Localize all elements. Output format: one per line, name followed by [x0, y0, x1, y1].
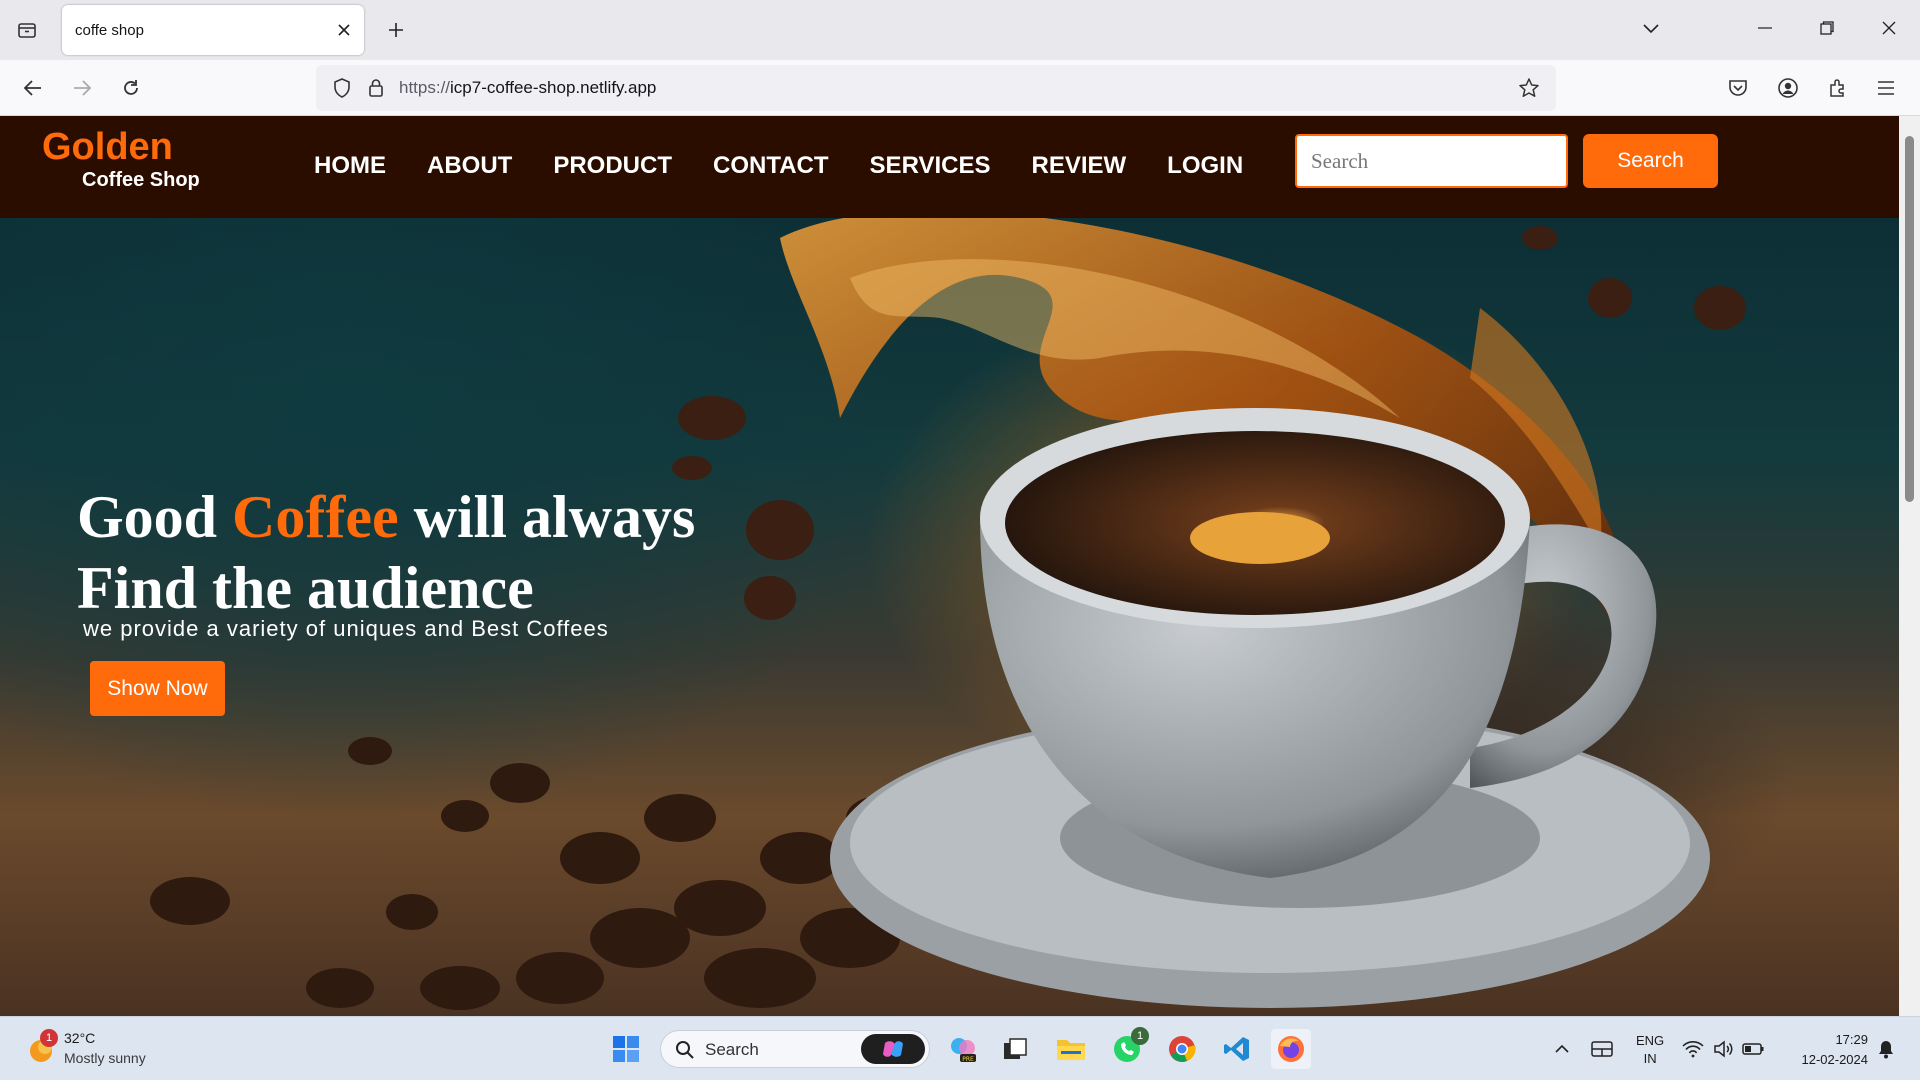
shield-icon[interactable] — [324, 70, 360, 106]
forward-icon[interactable] — [64, 70, 100, 106]
show-now-button[interactable]: Show Now — [90, 661, 225, 716]
browser-window: coffe shop https://icp7-coffee-shop.netl… — [0, 0, 1920, 1016]
copilot-pre-icon[interactable]: PRE — [943, 1029, 983, 1069]
account-icon[interactable] — [1770, 70, 1806, 106]
hero-title-part2: will always — [398, 484, 696, 550]
windows-taskbar: 1 32°C Mostly sunny Search PRE 1 ENG IN … — [0, 1016, 1920, 1080]
hero-section: Good Coffee will always Find the audienc… — [0, 218, 1899, 1016]
lang-line1: ENG — [1636, 1033, 1665, 1048]
lock-icon[interactable] — [360, 70, 392, 106]
address-bar[interactable]: https://icp7-coffee-shop.netlify.app — [316, 65, 1556, 111]
active-tab[interactable]: coffe shop — [62, 5, 364, 55]
site-search-button[interactable]: Search — [1583, 134, 1718, 188]
weather-temp[interactable]: 32°C — [64, 1030, 95, 1046]
nav-services[interactable]: SERVICES — [870, 152, 991, 180]
brand-name[interactable]: Golden — [42, 126, 173, 169]
nav-login[interactable]: LOGIN — [1167, 152, 1243, 180]
volume-icon — [1714, 1040, 1733, 1058]
tab-overflow-chevron-icon[interactable] — [1620, 0, 1682, 56]
vscode-icon[interactable] — [1217, 1029, 1257, 1069]
weather-condition[interactable]: Mostly sunny — [64, 1050, 146, 1066]
hero-title-accent: Coffee — [232, 484, 399, 550]
clock[interactable]: 17:29 12-02-2024 — [1788, 1030, 1869, 1070]
task-view-icon[interactable] — [995, 1029, 1035, 1069]
quick-settings[interactable] — [1678, 1029, 1768, 1069]
weather-badge: 1 — [40, 1029, 58, 1047]
url-text[interactable]: https://icp7-coffee-shop.netlify.app — [399, 78, 656, 98]
restore-icon[interactable] — [1796, 0, 1858, 56]
navigation-toolbar: https://icp7-coffee-shop.netlify.app — [0, 60, 1920, 116]
touch-keyboard-icon[interactable] — [1582, 1029, 1622, 1069]
menu-hamburger-icon[interactable] — [1868, 70, 1904, 106]
chrome-icon[interactable] — [1162, 1029, 1202, 1069]
taskbar-search[interactable]: Search — [660, 1030, 930, 1068]
tab-title: coffe shop — [75, 21, 144, 39]
nav-review[interactable]: REVIEW — [1031, 152, 1126, 180]
wifi-icon — [1682, 1041, 1704, 1058]
hero-title-line2: Find the audience — [77, 555, 534, 621]
language-indicator[interactable]: ENG IN — [1636, 1032, 1664, 1068]
weather-sun-icon[interactable]: 1 — [26, 1029, 58, 1065]
reload-icon[interactable] — [113, 70, 149, 106]
search-icon — [676, 1041, 694, 1059]
file-explorer-icon[interactable] — [1051, 1029, 1091, 1069]
scrollbar-thumb[interactable] — [1905, 136, 1914, 502]
nav-about[interactable]: ABOUT — [427, 152, 512, 180]
site-header: Golden Coffee Shop HOME ABOUT PRODUCT CO… — [0, 116, 1899, 218]
close-tab-icon[interactable] — [332, 18, 356, 42]
hero-title: Good Coffee will always Find the audienc… — [77, 482, 695, 624]
firefox-icon[interactable] — [1271, 1029, 1311, 1069]
minimize-icon[interactable] — [1734, 0, 1796, 56]
windows-start-icon[interactable] — [606, 1029, 646, 1069]
pocket-icon[interactable] — [1720, 70, 1756, 106]
lang-line2: IN — [1643, 1051, 1657, 1066]
svg-text:PRE: PRE — [962, 1056, 974, 1063]
show-hidden-icons-chevron[interactable] — [1542, 1029, 1582, 1069]
extensions-icon[interactable] — [1820, 70, 1856, 106]
taskbar-search-label: Search — [705, 1040, 759, 1059]
whatsapp-icon[interactable]: 1 — [1107, 1027, 1149, 1069]
web-page: Golden Coffee Shop HOME ABOUT PRODUCT CO… — [0, 116, 1899, 1016]
hero-title-part1: Good — [77, 484, 233, 550]
back-icon[interactable] — [15, 70, 51, 106]
new-tab-icon[interactable] — [380, 14, 412, 46]
copilot-icon[interactable] — [861, 1034, 925, 1064]
battery-icon — [1741, 1043, 1764, 1055]
hero-subtitle: we provide a variety of uniques and Best… — [83, 616, 609, 641]
close-window-icon[interactable] — [1858, 0, 1920, 56]
clock-time: 17:29 — [1835, 1032, 1868, 1047]
brand-subtitle: Coffee Shop — [82, 169, 200, 191]
tab-strip: coffe shop — [0, 0, 1920, 60]
nav-home[interactable]: HOME — [314, 152, 386, 180]
site-search-input[interactable] — [1295, 134, 1568, 188]
nav-contact[interactable]: CONTACT — [713, 152, 829, 180]
whatsapp-badge: 1 — [1131, 1027, 1149, 1045]
tab-list-icon[interactable] — [10, 14, 44, 46]
bookmark-star-icon[interactable] — [1512, 71, 1546, 105]
notification-bell-icon[interactable] — [1866, 1029, 1906, 1069]
url-host: icp7-coffee-shop.netlify.app — [450, 78, 657, 97]
url-scheme: https:// — [399, 78, 451, 97]
nav-product[interactable]: PRODUCT — [553, 152, 672, 180]
page-scrollbar[interactable] — [1899, 116, 1920, 1016]
main-nav: HOME ABOUT PRODUCT CONTACT SERVICES REVI… — [314, 152, 1284, 180]
clock-date: 12-02-2024 — [1801, 1052, 1869, 1067]
